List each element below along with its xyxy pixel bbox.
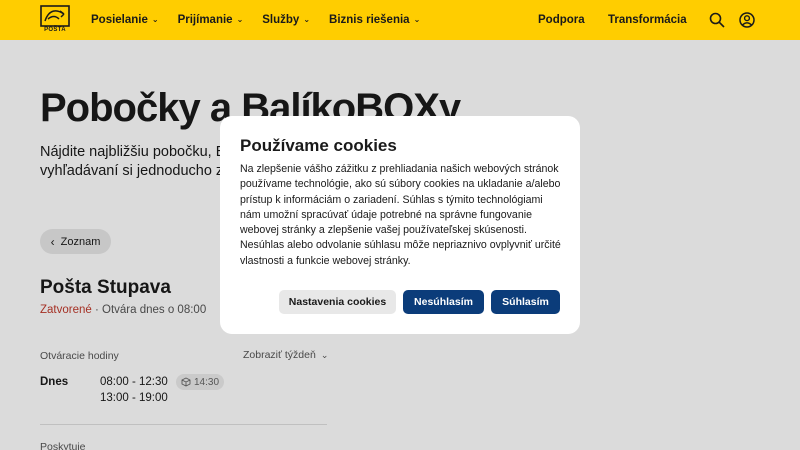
chevron-down-icon: ⌄ (151, 14, 159, 24)
cookie-consent-dialog: Používame cookies Na zlepšenie vášho záž… (220, 116, 580, 334)
cookie-dialog-text: Na zlepšenie vášho zážitku z prehliadani… (240, 163, 561, 267)
nav-item-sluzby[interactable]: Služby ⌄ (262, 14, 310, 26)
top-header: POŠTA Posielanie ⌄ Prijímanie ⌄ Služby ⌄… (0, 0, 800, 40)
nav-link-podpora[interactable]: Podpora (538, 0, 585, 40)
logo-text: POŠTA (44, 27, 66, 33)
chevron-down-icon: ⌄ (413, 14, 421, 24)
nav-label: Posielanie (91, 14, 148, 26)
main-nav: Posielanie ⌄ Prijímanie ⌄ Služby ⌄ Bizni… (91, 0, 439, 40)
posta-logo[interactable]: POŠTA (40, 5, 70, 35)
chevron-down-icon: ⌄ (303, 14, 311, 24)
nav-label: Prijímanie (177, 14, 233, 26)
nav-label: Biznis riešenia (329, 14, 410, 26)
posthorn-logo-icon (40, 5, 70, 27)
nav-item-prijimanie[interactable]: Prijímanie ⌄ (178, 14, 244, 26)
chevron-down-icon: ⌄ (236, 14, 244, 24)
accept-cookies-button[interactable]: Súhlasím (491, 290, 560, 314)
nav-label: Služby (262, 14, 300, 26)
reject-cookies-button[interactable]: Nesúhlasím (403, 290, 484, 314)
cookie-dialog-title: Používame cookies (240, 136, 397, 155)
cookie-settings-button[interactable]: Nastavenia cookies (279, 290, 396, 314)
nav-link-transformacia[interactable]: Transformácia (608, 0, 687, 40)
account-icon[interactable] (739, 12, 755, 28)
search-icon[interactable] (709, 12, 725, 28)
nav-item-posielanie[interactable]: Posielanie ⌄ (91, 14, 159, 26)
nav-item-biznis-riesenia[interactable]: Biznis riešenia ⌄ (329, 14, 420, 26)
